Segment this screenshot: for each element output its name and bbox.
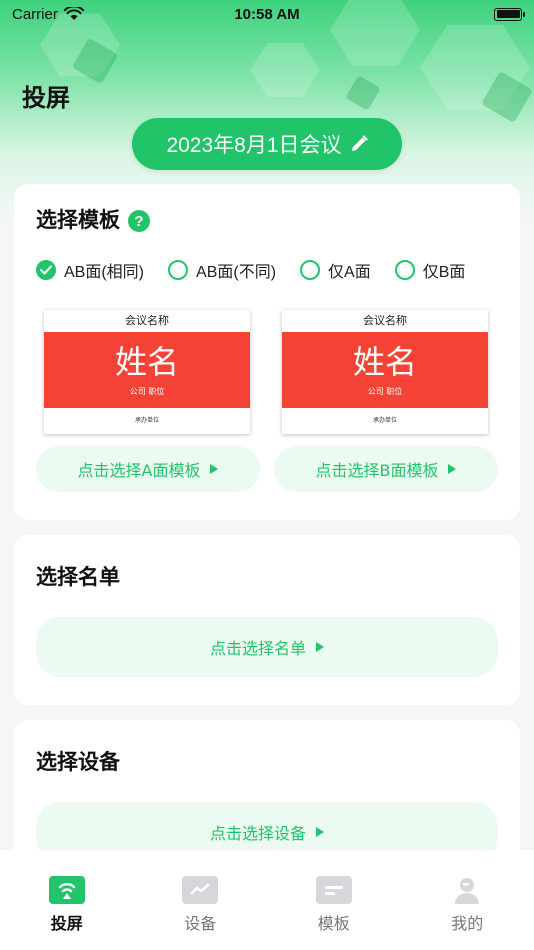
- tab-cast[interactable]: 投屏: [27, 876, 107, 950]
- radio-circle-icon: [300, 260, 321, 280]
- option-ab-same[interactable]: AB面(相同): [36, 258, 144, 282]
- preview-meeting-title: 会议名称: [363, 314, 407, 327]
- option-a-only[interactable]: 仅A面: [300, 258, 371, 282]
- select-template-b-label: 点击选择B面模板: [315, 461, 439, 480]
- list-card-title: 选择名单: [36, 565, 120, 589]
- tab-label: 模板: [317, 914, 350, 933]
- option-label: 仅B面: [422, 264, 466, 281]
- preview-organizer: 承办单位: [372, 417, 397, 424]
- help-icon[interactable]: ?: [128, 210, 150, 232]
- battery-icon: [494, 7, 525, 21]
- preview-meeting-title: 会议名称: [125, 314, 169, 327]
- option-b-only[interactable]: 仅B面: [394, 258, 466, 282]
- page-title: 投屏: [22, 84, 70, 112]
- tab-label: 投屏: [50, 914, 83, 933]
- wifi-icon: [63, 7, 84, 20]
- template-b-preview[interactable]: 会议名称 姓名 公司 职位 承办单位: [282, 310, 488, 434]
- preview-organizer: 承办单位: [134, 417, 159, 424]
- tab-label: 设备: [184, 914, 217, 933]
- pencil-icon: [351, 135, 368, 151]
- play-icon: [448, 464, 457, 474]
- tab-devices[interactable]: 设备: [160, 876, 240, 950]
- play-icon: [316, 827, 324, 837]
- monitor-icon: [182, 876, 219, 904]
- template-a-preview[interactable]: 会议名称 姓名 公司 职位 承办单位: [44, 310, 250, 434]
- tab-bar: 投屏 设备 模板 我的: [0, 850, 534, 950]
- preview-name: 姓名: [352, 343, 417, 381]
- template-card-title: 选择模板: [36, 208, 120, 232]
- user-icon: [449, 876, 485, 904]
- tab-mine[interactable]: 我的: [427, 876, 507, 950]
- select-device-label: 点击选择设备: [209, 824, 306, 843]
- select-list-label: 点击选择名单: [209, 639, 306, 658]
- meeting-name-button[interactable]: 2023年8月1日会议: [132, 118, 402, 170]
- template-card: 选择模板? AB面(相同) AB面(不同) 仅A面 仅B面 会议名称 姓名 公司…: [14, 184, 520, 520]
- preview-company-position: 公司 职位: [129, 387, 165, 396]
- check-circle-icon: [36, 260, 56, 280]
- select-template-b-button[interactable]: 点击选择B面模板: [274, 446, 498, 492]
- play-icon: [316, 642, 324, 652]
- device-card-title: 选择设备: [36, 750, 120, 774]
- carrier-label: Carrier: [12, 5, 58, 23]
- list-card: 选择名单 点击选择名单: [14, 535, 520, 705]
- preview-company-position: 公司 职位: [367, 387, 403, 396]
- meeting-name-label: 2023年8月1日会议: [166, 134, 342, 157]
- radio-circle-icon: [394, 260, 415, 280]
- select-template-a-label: 点击选择A面模板: [77, 461, 201, 480]
- select-list-button[interactable]: 点击选择名单: [36, 617, 498, 677]
- template-mode-options: AB面(相同) AB面(不同) 仅A面 仅B面: [36, 258, 489, 282]
- cast-icon: [48, 876, 85, 904]
- tab-templates[interactable]: 模板: [294, 876, 374, 950]
- status-bar: Carrier 10:58 AM: [0, 0, 534, 28]
- option-label: AB面(相同): [64, 264, 145, 281]
- select-template-a-button[interactable]: 点击选择A面模板: [36, 446, 260, 492]
- template-icon: [315, 876, 352, 904]
- preview-name: 姓名: [114, 343, 179, 381]
- tab-label: 我的: [451, 914, 484, 933]
- option-ab-different[interactable]: AB面(不同): [168, 258, 276, 282]
- play-icon: [210, 464, 219, 474]
- option-label: AB面(不同): [196, 264, 277, 281]
- radio-circle-icon: [168, 260, 189, 280]
- option-label: 仅A面: [328, 264, 371, 281]
